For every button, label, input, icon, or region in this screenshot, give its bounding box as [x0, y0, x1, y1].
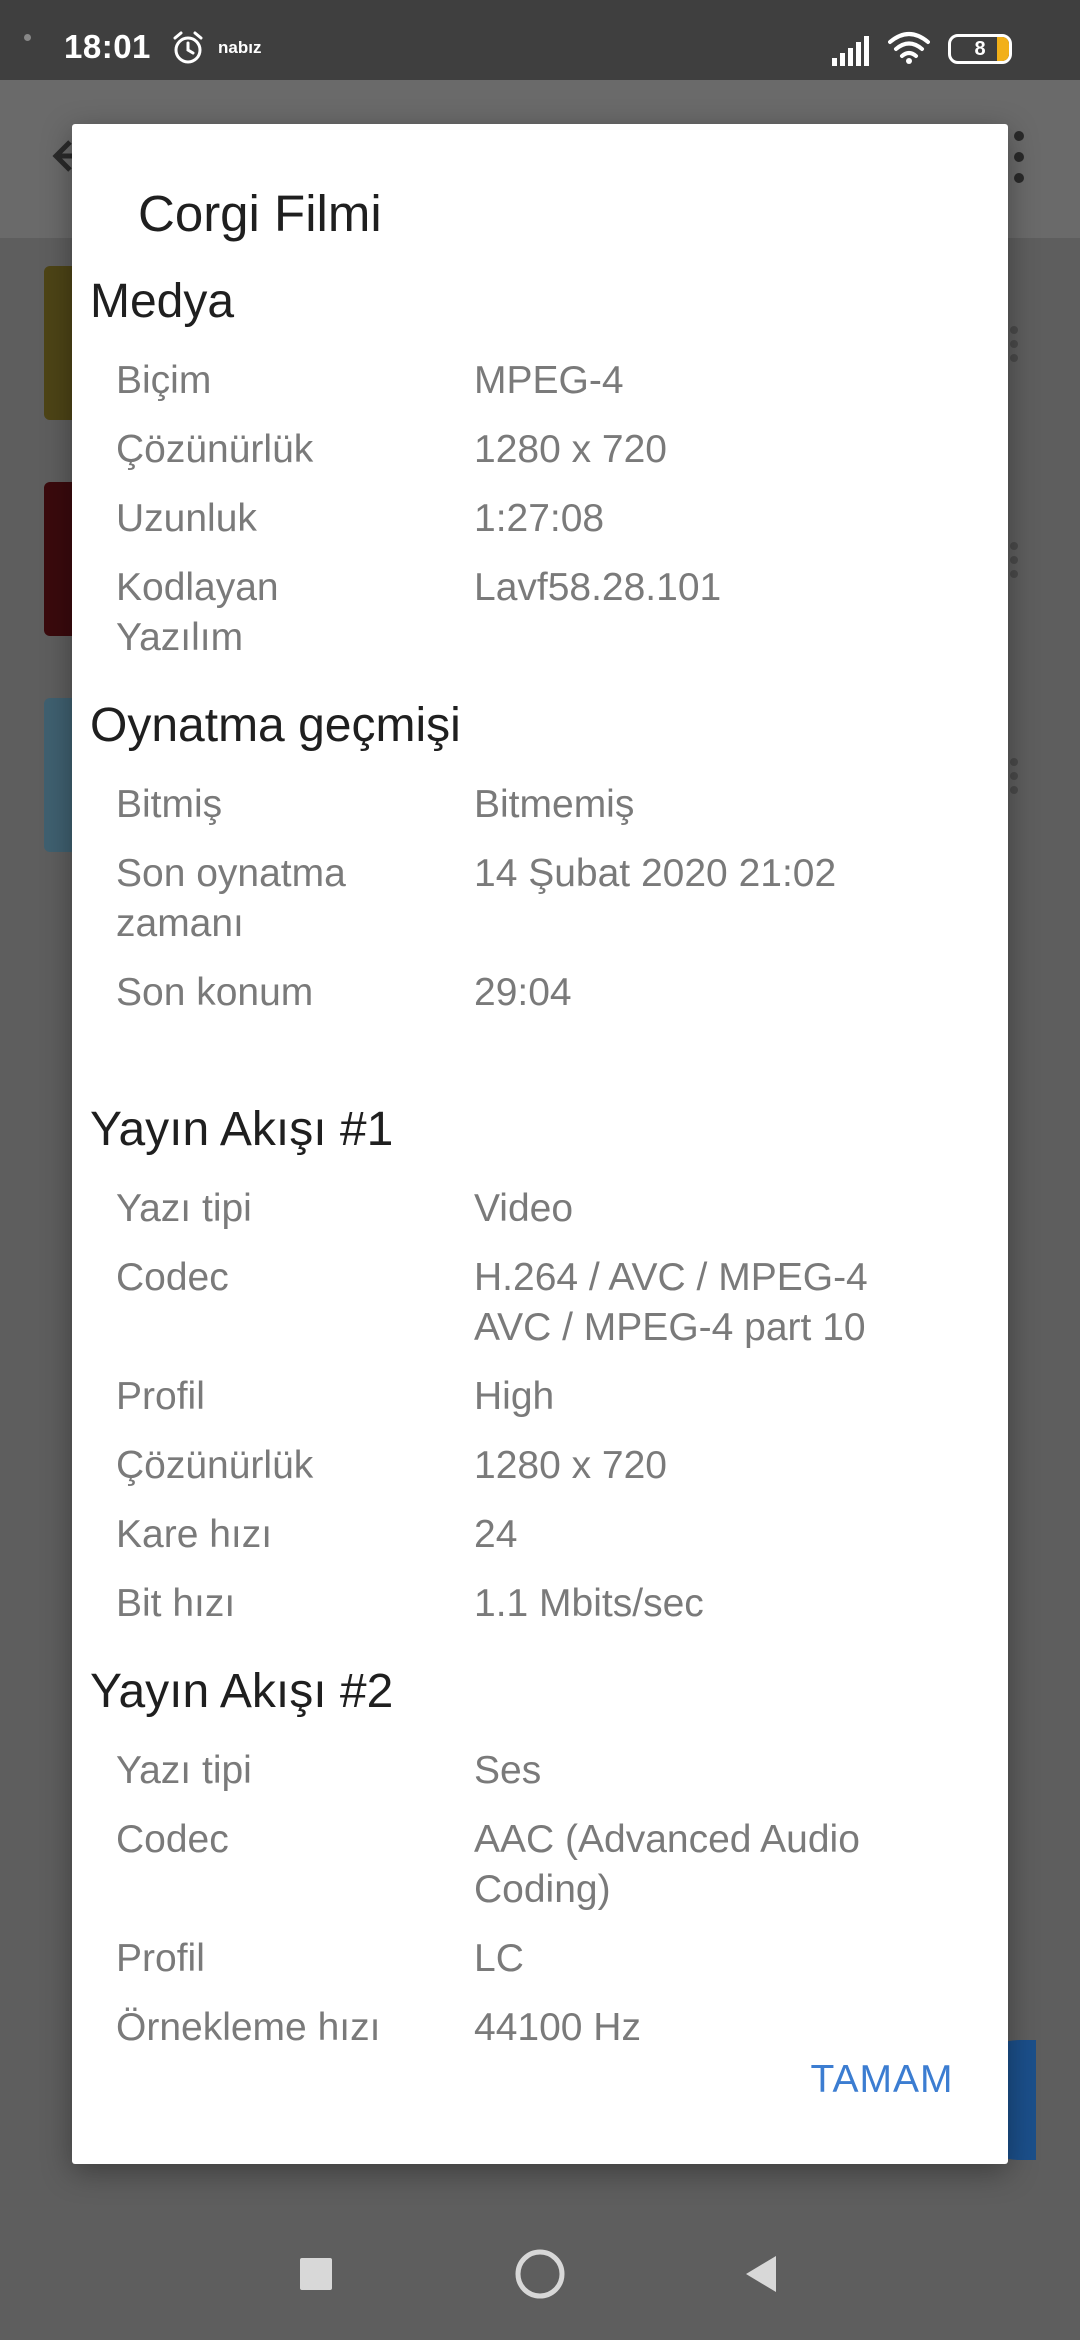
info-value: 14 Şubat 2020 21:02: [474, 852, 837, 895]
info-label: Profil: [116, 1937, 205, 1980]
battery-fill: [997, 37, 1009, 61]
back-icon[interactable]: [742, 2254, 778, 2294]
section-title-playback-history: Oynatma geçmişi: [90, 699, 461, 752]
info-value: Bitmemiş: [474, 783, 635, 826]
notification-dot: [24, 34, 31, 41]
status-bar: 18:01 nabız 8: [0, 0, 1080, 80]
info-value: 29:04: [474, 971, 572, 1014]
battery-icon: 8: [948, 34, 1012, 64]
info-value: H.264 / AVC / MPEG-4 AVC / MPEG-4 part 1…: [474, 1256, 868, 1349]
info-value: Ses: [474, 1749, 542, 1792]
info-label: Codec: [116, 1818, 229, 1861]
info-value: 1280 x 720: [474, 428, 668, 471]
ok-button[interactable]: TAMAM: [792, 2046, 972, 2114]
info-label: Örnekleme hızı: [116, 2006, 381, 2049]
info-label: Bit hızı: [116, 1582, 236, 1625]
info-value: 1280 x 720: [474, 1444, 668, 1487]
info-value: 1.1 Mbits/sec: [474, 1582, 704, 1625]
info-label: Profil: [116, 1375, 205, 1418]
info-value: AAC (Advanced Audio Coding): [474, 1818, 860, 1911]
section-title-stream-1: Yayın Akışı #1: [90, 1103, 394, 1156]
info-label: Kodlayan Yazılım: [116, 566, 279, 659]
info-label: Biçim: [116, 359, 212, 402]
recents-icon[interactable]: [300, 2258, 332, 2290]
info-label: Yazı tipi: [116, 1187, 252, 1230]
more-vert-icon: [1014, 131, 1024, 183]
info-label: Codec: [116, 1256, 229, 1299]
info-value: Lavf58.28.101: [474, 566, 722, 609]
info-label: Çözünürlük: [116, 1444, 314, 1487]
info-value: LC: [474, 1937, 524, 1980]
info-value: Video: [474, 1187, 574, 1230]
section-title-stream-2: Yayın Akışı #2: [90, 1665, 394, 1718]
media-info-dialog: Corgi Filmi Medya Biçim MPEG-4 Çözünürlü…: [72, 124, 1008, 2164]
info-value: MPEG-4: [474, 359, 624, 402]
alarm-icon: [173, 31, 203, 64]
signal-icon: [832, 36, 869, 66]
info-value: 24: [474, 1513, 518, 1556]
info-label: Son oynatma zamanı: [116, 852, 346, 945]
home-icon[interactable]: [514, 2248, 566, 2300]
dialog-title: Corgi Filmi: [138, 185, 382, 242]
info-value: High: [474, 1375, 555, 1418]
battery-level: 8: [974, 37, 986, 60]
navigation-bar: [0, 2210, 1080, 2340]
info-label: Bitmiş: [116, 783, 223, 826]
info-label: Yazı tipi: [116, 1749, 252, 1792]
info-label: Çözünürlük: [116, 428, 314, 471]
info-label: Son konum: [116, 971, 314, 1014]
info-label: Kare hızı: [116, 1513, 273, 1556]
status-time: 18:01: [64, 28, 151, 65]
info-label: Uzunluk: [116, 497, 257, 540]
info-value: 1:27:08: [474, 497, 605, 540]
wifi-icon: [888, 32, 930, 64]
section-title-media: Medya: [90, 275, 235, 328]
notification-app-label: nabız: [218, 38, 262, 57]
